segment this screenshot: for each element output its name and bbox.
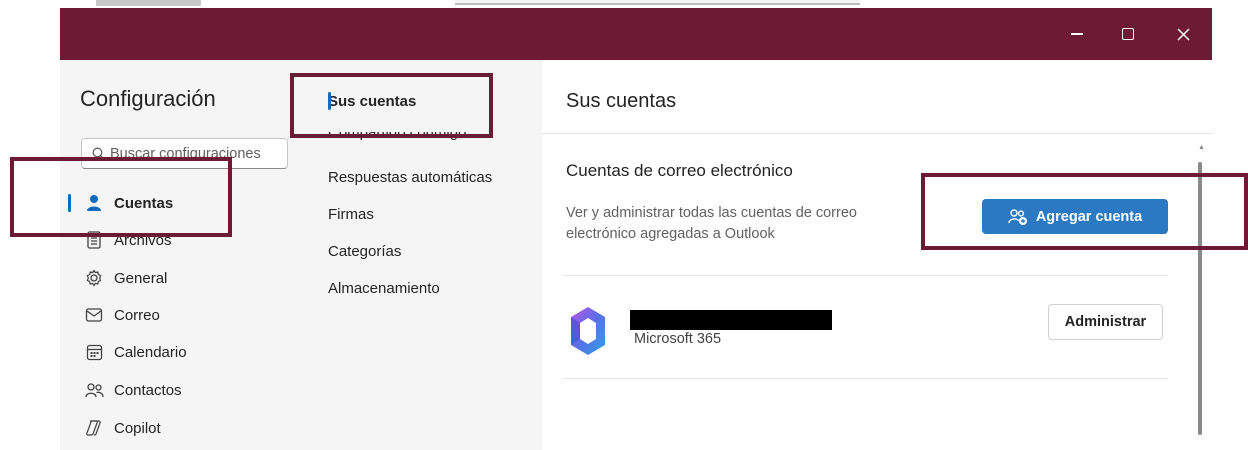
gear-icon — [84, 268, 104, 288]
copilot-icon — [84, 418, 104, 438]
nav-item-label: General — [114, 269, 168, 287]
background-window-fragment — [96, 0, 201, 6]
subnav-item-label: Respuestas automáticas — [328, 168, 493, 186]
search-icon — [92, 147, 105, 160]
nav-item-label: Contactos — [114, 381, 182, 399]
settings-nav-pane: Configuración Cuentas Archivos General — [60, 60, 312, 450]
subnav-item-label: Firmas — [328, 205, 374, 223]
active-indicator — [328, 92, 331, 110]
nav-item-copilot[interactable]: Copilot — [68, 413, 303, 443]
subnav-item-label: Compartido conmigo — [328, 132, 467, 141]
close-button[interactable] — [1160, 8, 1206, 60]
divider — [564, 275, 1168, 276]
nav-item-cuentas[interactable]: Cuentas — [68, 188, 303, 218]
scroll-up-arrow-icon[interactable]: ▲ — [1198, 144, 1205, 151]
subnav-item-label: Categorías — [328, 242, 402, 260]
settings-subnav-pane: Sus cuentas Compartido conmigo Respuesta… — [312, 60, 542, 450]
subnav-item-respuestas[interactable]: Respuestas automáticas — [328, 162, 528, 192]
title-bar — [60, 8, 1212, 60]
manage-account-button[interactable]: Administrar — [1048, 304, 1163, 340]
screenshot: Configuración Cuentas Archivos General — [0, 0, 1248, 450]
maximize-icon — [1122, 28, 1134, 40]
close-icon — [1176, 27, 1190, 41]
scrollbar[interactable]: ▲ — [1196, 144, 1205, 444]
settings-title: Configuración — [80, 86, 216, 111]
nav-item-label: Copilot — [114, 419, 161, 437]
mail-icon — [84, 305, 104, 325]
nav-item-label: Calendario — [114, 343, 187, 361]
subnav-item-firmas[interactable]: Firmas — [328, 199, 528, 229]
active-indicator — [68, 194, 71, 212]
search-input[interactable] — [110, 145, 285, 162]
subnav-item-sus-cuentas[interactable]: Sus cuentas — [328, 86, 528, 116]
people-icon — [84, 380, 104, 400]
person-icon — [84, 193, 104, 213]
divider — [542, 133, 1212, 134]
add-people-icon — [1008, 208, 1028, 226]
section-description: Ver y administrar todas las cuentas de c… — [566, 205, 857, 242]
section-title: Cuentas de correo electrónico — [566, 161, 793, 180]
minimize-button[interactable] — [1054, 8, 1100, 60]
add-account-button[interactable]: Agregar cuenta — [982, 199, 1168, 234]
scroll-thumb[interactable] — [1198, 162, 1202, 435]
nav-item-label: Cuentas — [114, 194, 174, 212]
subnav-item-almacenamiento[interactable]: Almacenamiento — [328, 273, 528, 303]
subnav-item-label: Sus cuentas — [328, 92, 417, 110]
redacted-account-name — [630, 310, 832, 330]
nav-item-contactos[interactable]: Contactos — [68, 375, 303, 405]
add-account-label: Agregar cuenta — [1035, 208, 1143, 225]
background-window-fragment — [455, 0, 860, 5]
nav-item-label: Archivos — [114, 231, 172, 249]
divider — [564, 378, 1168, 379]
maximize-button[interactable] — [1105, 8, 1151, 60]
nav-item-general[interactable]: General — [68, 263, 303, 293]
minimize-icon — [1071, 33, 1083, 35]
nav-item-label: Correo — [114, 306, 160, 324]
subnav-item-compartido[interactable]: Compartido conmigo — [328, 132, 528, 148]
calendar-icon — [84, 342, 104, 362]
subnav-item-categorias[interactable]: Categorías — [328, 236, 528, 266]
nav-item-calendario[interactable]: Calendario — [68, 337, 303, 367]
nav-item-archivos[interactable]: Archivos — [68, 225, 303, 255]
page-title: Sus cuentas — [566, 90, 677, 112]
search-box[interactable] — [81, 138, 288, 169]
microsoft-365-logo-icon — [568, 305, 608, 357]
subnav-item-label: Almacenamiento — [328, 279, 440, 297]
nav-item-correo[interactable]: Correo — [68, 300, 303, 330]
main-content-pane: Sus cuentas Cuentas de correo electrónic… — [542, 60, 1212, 450]
file-icon — [84, 230, 104, 250]
account-service: Microsoft 365 — [634, 331, 722, 347]
